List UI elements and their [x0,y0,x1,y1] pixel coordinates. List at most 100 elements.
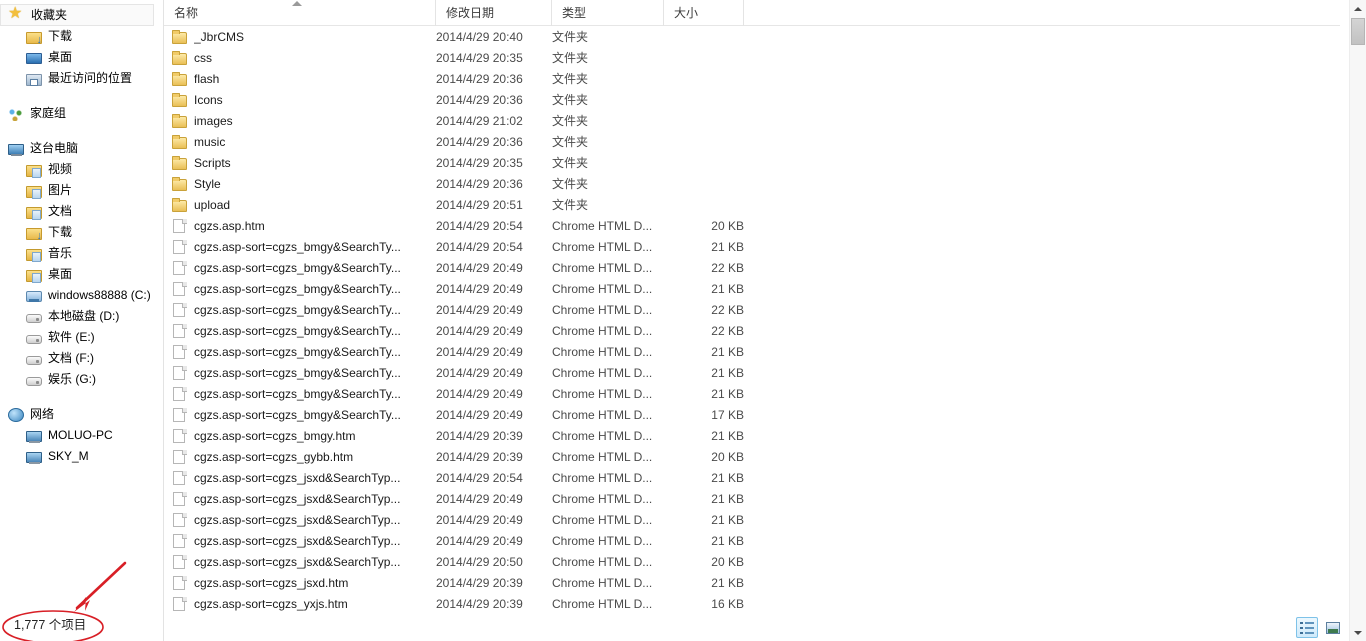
cell-name[interactable]: Scripts [172,155,430,171]
table-row[interactable]: cgzs.asp-sort=cgzs_gybb.htm 2014/4/29 20:… [164,446,1340,467]
table-row[interactable]: Scripts 2014/4/29 20:35 文件夹 [164,152,1340,173]
cell-name[interactable]: upload [172,197,430,213]
table-row[interactable]: cgzs.asp-sort=cgzs_bmgy&SearchTy... 2014/… [164,404,1340,425]
cell-name[interactable]: cgzs.asp-sort=cgzs_bmgy&SearchTy... [172,386,430,402]
table-row[interactable]: Style 2014/4/29 20:36 文件夹 [164,173,1340,194]
table-row[interactable]: cgzs.asp-sort=cgzs_jsxd&SearchTyp... 2014… [164,551,1340,572]
sidebar-item[interactable]: windows88888 (C:) [0,285,156,306]
table-row[interactable]: cgzs.asp.htm 2014/4/29 20:54 Chrome HTML D… [164,215,1340,236]
cell-name[interactable]: cgzs.asp-sort=cgzs_jsxd&SearchTyp... [172,533,430,549]
cell-name[interactable]: cgzs.asp-sort=cgzs_jsxd&SearchTyp... [172,491,430,507]
table-row[interactable]: cgzs.asp-sort=cgzs_bmgy&SearchTy... 2014/… [164,320,1340,341]
table-row[interactable]: cgzs.asp-sort=cgzs_jsxd&SearchTyp... 2014… [164,509,1340,530]
sidebar-group-3[interactable]: 这台电脑 [0,138,156,159]
cell-name[interactable]: cgzs.asp-sort=cgzs_jsxd&SearchTyp... [172,512,430,528]
sidebar-item[interactable]: 文档 [0,201,156,222]
cell-size: 22 KB [711,260,744,275]
column-header-date[interactable]: 修改日期 [436,0,552,26]
sidebar-item[interactable]: 桌面 [0,264,156,285]
table-row[interactable]: cgzs.asp-sort=cgzs_bmgy&SearchTy... 2014/… [164,278,1340,299]
table-row[interactable]: cgzs.asp-sort=cgzs_yxjs.htm 2014/4/29 20:… [164,593,1340,614]
file-list-rows[interactable]: _JbrCMS 2014/4/29 20:40 文件夹 css 2014/4/29 20… [164,26,1340,614]
cell-name[interactable]: cgzs.asp-sort=cgzs_bmgy&SearchTy... [172,407,430,423]
sidebar-item[interactable]: 桌面 [0,47,156,68]
navigation-pane[interactable]: 收藏夹下载桌面最近访问的位置家庭组这台电脑视频图片文档下载音乐桌面windows… [0,0,164,641]
cell-name[interactable]: cgzs.asp.htm [172,218,430,234]
sidebar-item[interactable]: MOLUO-PC [0,425,156,446]
cell-name[interactable]: music [172,134,430,150]
cell-name[interactable]: cgzs.asp-sort=cgzs_bmgy&SearchTy... [172,323,430,339]
sidebar-item[interactable]: 图片 [0,180,156,201]
cell-name[interactable]: cgzs.asp-sort=cgzs_jsxd.htm [172,575,430,591]
cell-name[interactable]: cgzs.asp-sort=cgzs_bmgy&SearchTy... [172,239,430,255]
sidebar-item[interactable]: SKY_M [0,446,156,467]
sidebar-item[interactable]: 下载 [0,222,156,243]
table-row[interactable]: cgzs.asp-sort=cgzs_bmgy&SearchTy... 2014/… [164,236,1340,257]
music-folder-icon [26,248,42,262]
table-row[interactable]: css 2014/4/29 20:35 文件夹 [164,47,1340,68]
file-list-pane[interactable]: 名称 修改日期 类型 大小 _JbrCMS 2014/4/29 20:40 文件夹 css 2… [164,0,1340,641]
cell-name[interactable]: cgzs.asp-sort=cgzs_bmgy.htm [172,428,430,444]
cell-name[interactable]: cgzs.asp-sort=cgzs_jsxd&SearchTyp... [172,470,430,486]
sidebar-item-label: 软件 (E:) [48,330,95,344]
details-view-button[interactable] [1296,617,1318,638]
view-mode-buttons[interactable] [1296,617,1344,638]
sidebar-group-2[interactable]: 家庭组 [0,103,156,124]
column-header-type[interactable]: 类型 [552,0,664,26]
status-bar-item-count: 1,777 个项目 [14,618,87,632]
sidebar-item[interactable]: 视频 [0,159,156,180]
table-row[interactable]: cgzs.asp-sort=cgzs_jsxd&SearchTyp... 2014… [164,530,1340,551]
sidebar-item[interactable]: 本地磁盘 (D:) [0,306,156,327]
sidebar-item[interactable]: 下载 [0,26,156,47]
vertical-scrollbar[interactable] [1349,0,1366,641]
cell-name[interactable]: cgzs.asp-sort=cgzs_gybb.htm [172,449,430,465]
cell-name[interactable]: cgzs.asp-sort=cgzs_bmgy&SearchTy... [172,344,430,360]
sidebar-item[interactable]: 软件 (E:) [0,327,156,348]
cell-name[interactable]: cgzs.asp-sort=cgzs_yxjs.htm [172,596,430,612]
sidebar-item[interactable]: 文档 (F:) [0,348,156,369]
column-header-name[interactable]: 名称 [164,0,436,26]
large-icons-view-button[interactable] [1322,617,1344,638]
column-header-size[interactable]: 大小 [664,0,744,26]
table-row[interactable]: cgzs.asp-sort=cgzs_jsxd.htm 2014/4/29 20:… [164,572,1340,593]
scrollbar-thumb[interactable] [1351,18,1365,45]
cell-size: 21 KB [711,344,744,359]
sidebar-group-1[interactable]: 收藏夹 [0,3,154,26]
cell-name[interactable]: cgzs.asp-sort=cgzs_bmgy&SearchTy... [172,281,430,297]
table-row[interactable]: music 2014/4/29 20:36 文件夹 [164,131,1340,152]
table-row[interactable]: cgzs.asp-sort=cgzs_bmgy&SearchTy... 2014/… [164,383,1340,404]
table-row[interactable]: Icons 2014/4/29 20:36 文件夹 [164,89,1340,110]
column-header-row[interactable]: 名称 修改日期 类型 大小 [164,0,1340,26]
table-row[interactable]: cgzs.asp-sort=cgzs_jsxd&SearchTyp... 2014… [164,488,1340,509]
table-row[interactable]: cgzs.asp-sort=cgzs_jsxd&SearchTyp... 2014… [164,467,1340,488]
sidebar-item[interactable]: 娱乐 (G:) [0,369,156,390]
table-row[interactable]: cgzs.asp-sort=cgzs_bmgy.htm 2014/4/29 20:… [164,425,1340,446]
cell-name[interactable]: css [172,50,430,66]
table-row[interactable]: cgzs.asp-sort=cgzs_bmgy&SearchTy... 2014/… [164,362,1340,383]
sidebar-item[interactable]: 音乐 [0,243,156,264]
sidebar-item[interactable]: 最近访问的位置 [0,68,156,89]
table-row[interactable]: cgzs.asp-sort=cgzs_bmgy&SearchTy... 2014/… [164,257,1340,278]
sidebar-group-4[interactable]: 网络 [0,404,156,425]
cell-name[interactable]: cgzs.asp-sort=cgzs_jsxd&SearchTyp... [172,554,430,570]
cell-size: 21 KB [711,533,744,548]
cell-name[interactable]: images [172,113,430,129]
table-row[interactable]: flash 2014/4/29 20:36 文件夹 [164,68,1340,89]
table-row[interactable]: cgzs.asp-sort=cgzs_bmgy&SearchTy... 2014/… [164,341,1340,362]
table-row[interactable]: cgzs.asp-sort=cgzs_bmgy&SearchTy... 2014/… [164,299,1340,320]
cell-name[interactable]: Icons [172,92,430,108]
scroll-down-button[interactable] [1350,624,1366,641]
table-row[interactable]: images 2014/4/29 21:02 文件夹 [164,110,1340,131]
cell-type: 文件夹 [552,93,589,107]
cell-name[interactable]: cgzs.asp-sort=cgzs_bmgy&SearchTy... [172,260,430,276]
network-computer-icon [26,452,42,464]
table-row[interactable]: upload 2014/4/29 20:51 文件夹 [164,194,1340,215]
html-document-icon [172,260,188,276]
cell-name[interactable]: Style [172,176,430,192]
cell-name[interactable]: cgzs.asp-sort=cgzs_bmgy&SearchTy... [172,302,430,318]
scroll-up-button[interactable] [1350,0,1366,17]
cell-name[interactable]: _JbrCMS [172,29,430,45]
table-row[interactable]: _JbrCMS 2014/4/29 20:40 文件夹 [164,26,1340,47]
cell-name[interactable]: cgzs.asp-sort=cgzs_bmgy&SearchTy... [172,365,430,381]
cell-name[interactable]: flash [172,71,430,87]
